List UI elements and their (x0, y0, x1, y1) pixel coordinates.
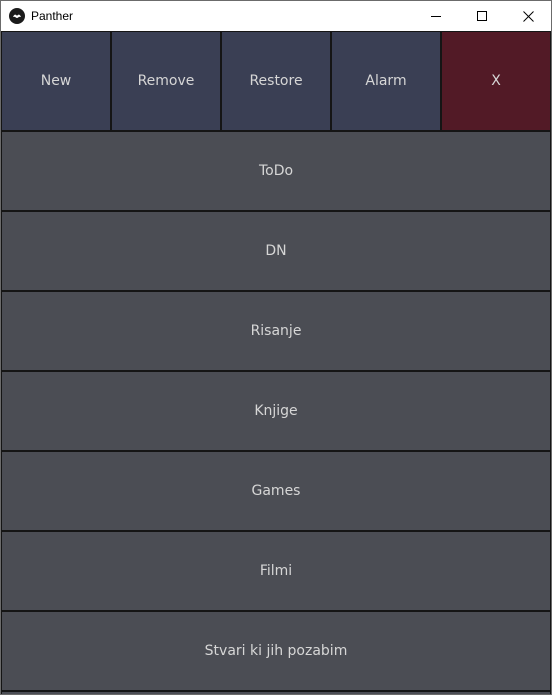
remove-button[interactable]: Remove (111, 31, 221, 131)
window-controls (413, 1, 551, 31)
list-item-games[interactable]: Games (1, 451, 551, 531)
list-item-risanje[interactable]: Risanje (1, 291, 551, 371)
close-window-button[interactable] (505, 1, 551, 31)
restore-button[interactable]: Restore (221, 31, 331, 131)
title-bar[interactable]: Panther (1, 1, 551, 31)
list-item-knjige[interactable]: Knjige (1, 371, 551, 451)
list-item-dn[interactable]: DN (1, 211, 551, 291)
window-title: Panther (31, 9, 74, 23)
close-app-button[interactable]: X (441, 31, 551, 131)
list-item-todo[interactable]: ToDo (1, 131, 551, 211)
app-window: Panther New Remove Restore Alarm X ToDo … (0, 0, 552, 695)
alarm-button[interactable]: Alarm (331, 31, 441, 131)
list-item-filmi[interactable]: Filmi (1, 531, 551, 611)
panther-app-icon (9, 8, 25, 24)
maximize-icon (477, 11, 487, 21)
list-item-overflow[interactable] (1, 691, 551, 694)
maximize-button[interactable] (459, 1, 505, 31)
category-list: ToDo DN Risanje Knjige Games Filmi Stvar… (1, 131, 551, 694)
close-icon (522, 10, 534, 22)
minimize-icon (431, 16, 441, 17)
list-item-stvari[interactable]: Stvari ki jih pozabim (1, 611, 551, 691)
toolbar: New Remove Restore Alarm X (1, 31, 551, 131)
new-button[interactable]: New (1, 31, 111, 131)
minimize-button[interactable] (413, 1, 459, 31)
